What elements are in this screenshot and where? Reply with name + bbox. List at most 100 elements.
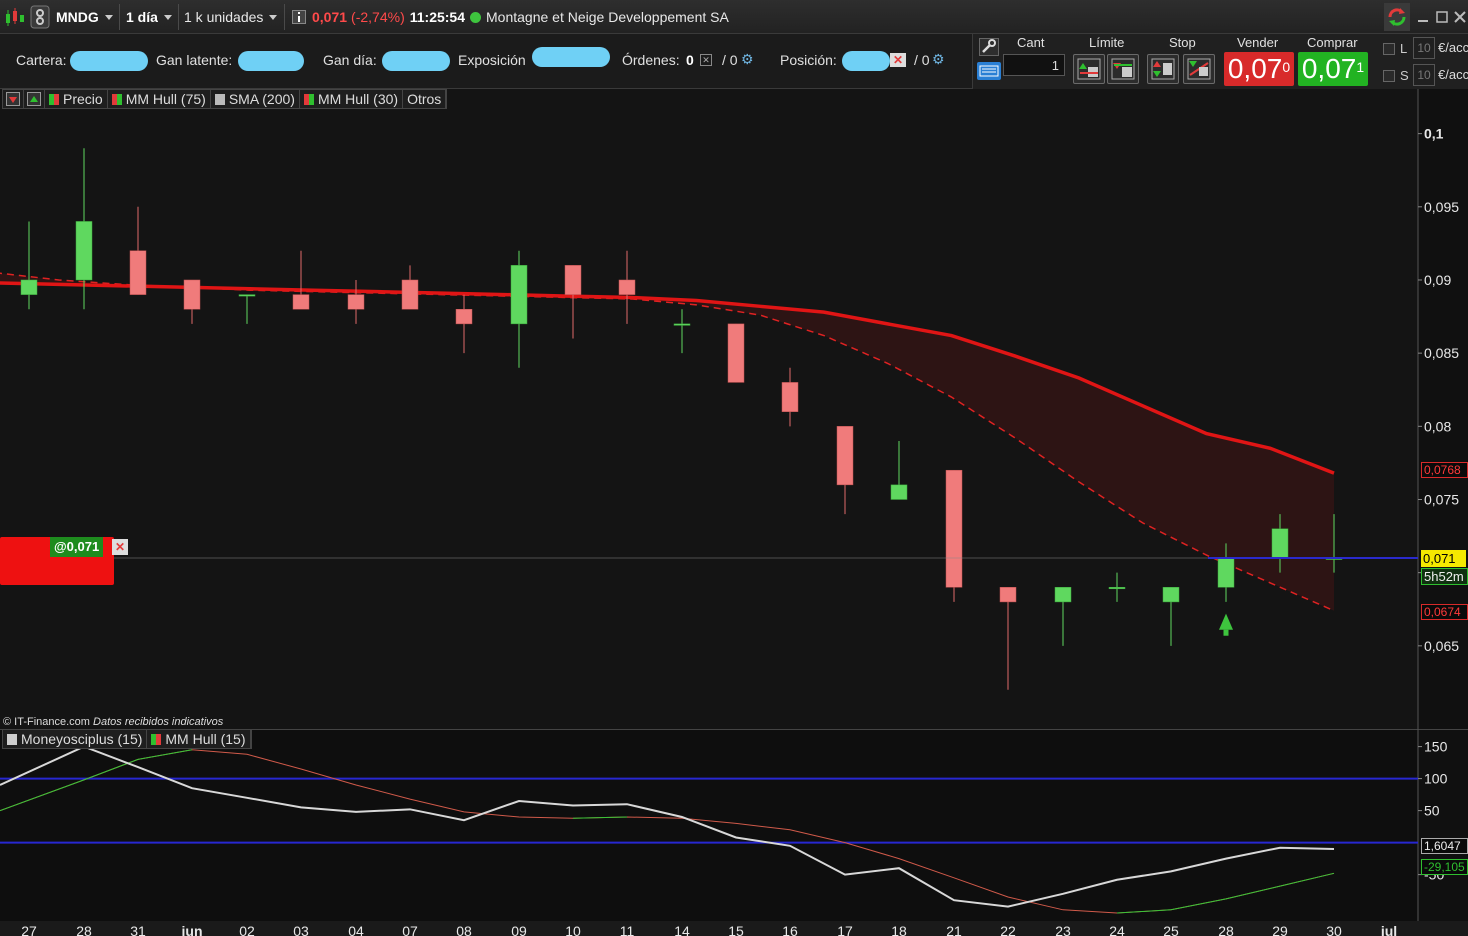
osc-y-tick-label: 150	[1424, 739, 1448, 755]
buy-price: 0,07	[1301, 53, 1357, 84]
limit-sell-button[interactable]	[1107, 54, 1139, 84]
stop-label: Stop	[1169, 35, 1196, 50]
period-label: 1 día	[126, 9, 158, 25]
legend-mm-hull-75-label: MM Hull (75)	[125, 91, 206, 107]
x-tick-label: 28	[1218, 923, 1234, 936]
x-tick-label: 03	[293, 923, 309, 936]
x-tick-label: jun	[181, 923, 203, 936]
order-panel: Cant 1 Límite Stop Vender 0,070 Comprar …	[972, 34, 1468, 89]
l-qty-input[interactable]: 10	[1413, 37, 1435, 59]
legend-sma-200[interactable]: SMA (200)	[211, 90, 300, 108]
period-selector[interactable]: 1 día	[126, 4, 172, 30]
redacted-value	[238, 51, 304, 71]
legend-mm-hull-30[interactable]: MM Hull (30)	[300, 90, 404, 108]
osc-tag-value: 1,6047	[1421, 838, 1468, 854]
legend-mm-hull-75[interactable]: MM Hull (75)	[108, 90, 211, 108]
trading-app: MNDG 1 día 1 k unidades 0,071 (-2,74%) 1…	[0, 0, 1468, 936]
legend-mm-hull-30-label: MM Hull (30)	[317, 91, 399, 107]
last-price-tag: 0,071	[1421, 550, 1466, 567]
s-label: S	[1400, 68, 1409, 83]
candle-body	[1108, 587, 1126, 590]
price-change: (-2,74%)	[351, 9, 405, 25]
x-tick-label: 17	[837, 923, 853, 936]
candle-body	[75, 221, 93, 281]
redacted-value	[532, 47, 610, 67]
price-chart[interactable]: 0,0650,070,0750,080,0850,090,0950,1	[0, 89, 1468, 729]
candle-body	[20, 279, 38, 295]
candle-21	[945, 469, 963, 602]
close-icon[interactable]	[1453, 4, 1467, 30]
cancel-orders-icon[interactable]: ✕	[700, 54, 712, 66]
comprar-label: Comprar	[1307, 35, 1358, 50]
limit-buy-button[interactable]	[1073, 54, 1105, 84]
x-tick-label: 02	[239, 923, 255, 936]
link-icon[interactable]	[30, 4, 50, 30]
s-qty-input[interactable]: 10	[1413, 64, 1435, 86]
candle-body	[890, 484, 908, 500]
sell-button[interactable]: 0,070	[1224, 52, 1294, 86]
x-tick-label: 09	[511, 923, 527, 936]
ordenes-label: Órdenes:	[622, 52, 680, 68]
collapse-button[interactable]	[3, 90, 24, 108]
y-tick-label: 0,08	[1424, 418, 1451, 434]
gan-dia-label: Gan día:	[323, 52, 377, 68]
s-unit-label: €/acc	[1438, 67, 1468, 82]
posicion-pending: / 0	[914, 52, 930, 68]
candle-15	[727, 323, 745, 383]
redacted-value	[842, 51, 890, 71]
symbol-selector[interactable]: MNDG	[56, 4, 113, 30]
units-selector[interactable]: 1 k unidades	[184, 4, 278, 30]
cartera-label: Cartera:	[16, 52, 67, 68]
candle-body	[999, 587, 1017, 603]
legend-precio-label: Precio	[63, 91, 103, 107]
stop-sell-button[interactable]	[1183, 54, 1215, 84]
osc-y-tick-label: 100	[1424, 771, 1448, 787]
expand-button[interactable]	[24, 90, 45, 108]
oscillator-chart[interactable]: 15010050-50 272831jun0203040708091011141…	[0, 729, 1468, 936]
stop-buy-button[interactable]	[1147, 54, 1179, 84]
candle-body	[836, 426, 854, 486]
redacted-value	[70, 51, 148, 71]
legend-otros-label: Otros	[407, 91, 442, 107]
candle-body	[238, 294, 256, 297]
legend-moneyosciplus[interactable]: Moneyosciplus (15)	[3, 730, 148, 748]
minimize-icon[interactable]	[1416, 4, 1430, 30]
info-icon[interactable]	[292, 4, 306, 30]
candle-body	[673, 323, 691, 326]
maximize-icon[interactable]	[1435, 4, 1449, 30]
close-position-tag-icon[interactable]: ✕	[112, 539, 128, 555]
refresh-icon[interactable]	[1384, 3, 1410, 31]
gear-icon[interactable]: ⚙	[741, 51, 754, 68]
vender-label: Vender	[1237, 35, 1279, 50]
buy-signal-arrow-stem	[1223, 629, 1229, 636]
position-tag[interactable]: @0,071	[50, 537, 104, 557]
y-tick-label: 0,1	[1424, 126, 1444, 142]
quote-line: 0,071 (-2,74%) 11:25:54 Montagne et Neig…	[312, 4, 729, 30]
candle-body	[401, 279, 419, 310]
osc-y-tick-label: 50	[1424, 803, 1440, 819]
y-tick-label: 0,075	[1424, 491, 1459, 507]
quantity-input[interactable]: 1	[1003, 54, 1065, 76]
s-checkbox[interactable]	[1383, 70, 1395, 82]
legend-precio[interactable]: Precio	[45, 90, 108, 108]
l-checkbox[interactable]	[1383, 43, 1395, 55]
y-tick-label: 0,09	[1424, 272, 1451, 288]
x-tick-label: 30	[1326, 923, 1342, 936]
x-tick-label: 28	[76, 923, 92, 936]
x-tick-label: 24	[1109, 923, 1125, 936]
candle-body	[564, 265, 582, 295]
limite-label: Límite	[1089, 35, 1125, 50]
x-tick-label: 21	[946, 923, 962, 936]
top-toolbar: MNDG 1 día 1 k unidades 0,071 (-2,74%) 1…	[0, 0, 1468, 34]
legend-mm-hull-15[interactable]: MM Hull (15)	[147, 730, 251, 748]
wrench-icon[interactable]	[979, 38, 999, 56]
gear-icon[interactable]: ⚙	[932, 51, 945, 68]
close-position-icon[interactable]: ✕	[890, 53, 906, 67]
chevron-down-icon	[104, 14, 113, 20]
keyboard-icon[interactable]	[977, 62, 1001, 80]
chart-type-icon[interactable]	[4, 4, 26, 30]
legend-otros[interactable]: Otros	[403, 90, 447, 108]
buy-button[interactable]: 0,071	[1298, 52, 1368, 86]
buy-price-sup: 1	[1356, 59, 1365, 75]
legend-mm-hull-15-label: MM Hull (15)	[165, 731, 246, 747]
